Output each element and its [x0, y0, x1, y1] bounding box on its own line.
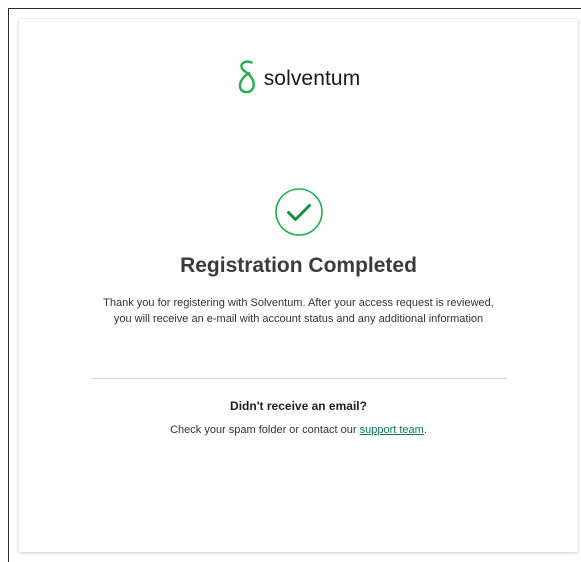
divider	[92, 378, 507, 379]
confirmation-message-line-1: Thank you for registering with Solventum…	[103, 297, 494, 309]
page-title: Registration Completed	[180, 254, 417, 277]
help-text-lead: Check your spam folder or contact our	[170, 424, 360, 436]
success-indicator	[19, 187, 578, 237]
window-border-top	[8, 8, 581, 9]
page: solventum Registration Completed Thank y…	[0, 0, 581, 562]
help-heading: Didn't receive an email?	[230, 399, 367, 413]
help-text-end: .	[423, 424, 427, 436]
brand-name: solventum	[263, 67, 361, 90]
registration-card: solventum Registration Completed Thank y…	[19, 19, 578, 552]
check-circle-icon	[274, 188, 323, 236]
confirmation-message: Thank you for registering with Solventum…	[69, 295, 528, 327]
solventum-logo-icon	[238, 60, 255, 94]
support-team-link[interactable]: support team	[360, 424, 424, 436]
confirmation-message-line-2: you will receive an e-mail with account …	[113, 313, 484, 325]
window-border-left	[8, 8, 9, 562]
help-text: Check your spam folder or contact our su…	[19, 424, 578, 436]
brand-logo: solventum	[19, 57, 578, 97]
